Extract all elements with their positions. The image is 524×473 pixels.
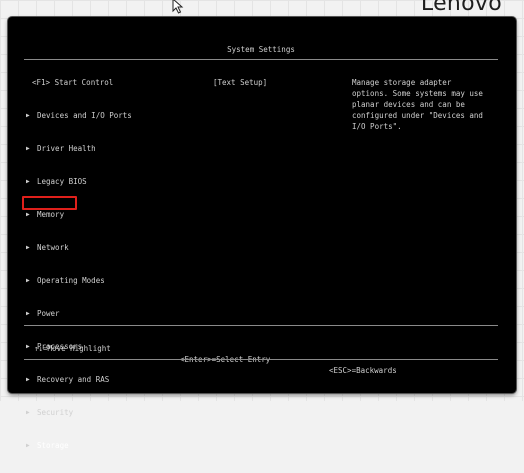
text-setup-label: [Text Setup] (213, 78, 268, 87)
backwards-hint: <ESC>=Backwards (329, 366, 397, 375)
menu-item-security[interactable]: ▶ Security (26, 407, 132, 418)
menu-item-devices-and-io-ports[interactable]: ▶ Devices and I/O Ports (26, 110, 132, 121)
menu-item-legacy-bios[interactable]: ▶ Legacy BIOS (26, 176, 132, 187)
triangle-right-icon: ▶ (26, 409, 30, 416)
header-divider (24, 59, 498, 60)
triangle-right-icon: ▶ (26, 277, 30, 284)
help-text-panel: Manage storage adapter options. Some sys… (352, 77, 502, 132)
menu-item-network[interactable]: ▶ Network (26, 242, 132, 253)
footer-top-divider (24, 325, 498, 326)
page-title: System Settings (227, 45, 295, 54)
help-line: Manage storage adapter (352, 78, 452, 87)
selection-highlight-box (22, 196, 77, 210)
help-line: planar devices and can be (352, 100, 465, 109)
help-line: I/O Ports". (352, 122, 402, 131)
triangle-right-icon: ▶ (26, 244, 30, 251)
menu-item-memory[interactable]: ▶ Memory (26, 209, 132, 220)
menu-item-driver-health[interactable]: ▶ Driver Health (26, 143, 132, 154)
menu-item-storage[interactable]: ▶ Storage (26, 440, 132, 451)
settings-menu: ▶ Devices and I/O Ports ▶ Driver Health … (26, 88, 132, 473)
help-line: options. Some systems may use (352, 89, 483, 98)
triangle-right-icon: ▶ (26, 211, 30, 218)
start-control-label[interactable]: <F1> Start Control (32, 77, 113, 88)
triangle-right-icon: ▶ (26, 112, 30, 119)
footer-bottom-divider (24, 359, 498, 360)
move-highlight-hint: ↑↓=Move Highlight (34, 344, 111, 353)
menu-item-operating-modes[interactable]: ▶ Operating Modes (26, 275, 132, 286)
triangle-right-icon: ▶ (26, 145, 30, 152)
triangle-right-icon: ▶ (26, 442, 30, 449)
help-line: configured under "Devices and (352, 111, 483, 120)
triangle-right-icon: ▶ (26, 310, 30, 317)
bios-screen: System Settings <F1> Start Control ▶ Dev… (14, 26, 508, 450)
menu-item-power[interactable]: ▶ Power (26, 308, 132, 319)
mouse-pointer-icon (172, 0, 184, 14)
lenovo-logo: Lenovo (420, 0, 502, 16)
triangle-right-icon: ▶ (26, 178, 30, 185)
